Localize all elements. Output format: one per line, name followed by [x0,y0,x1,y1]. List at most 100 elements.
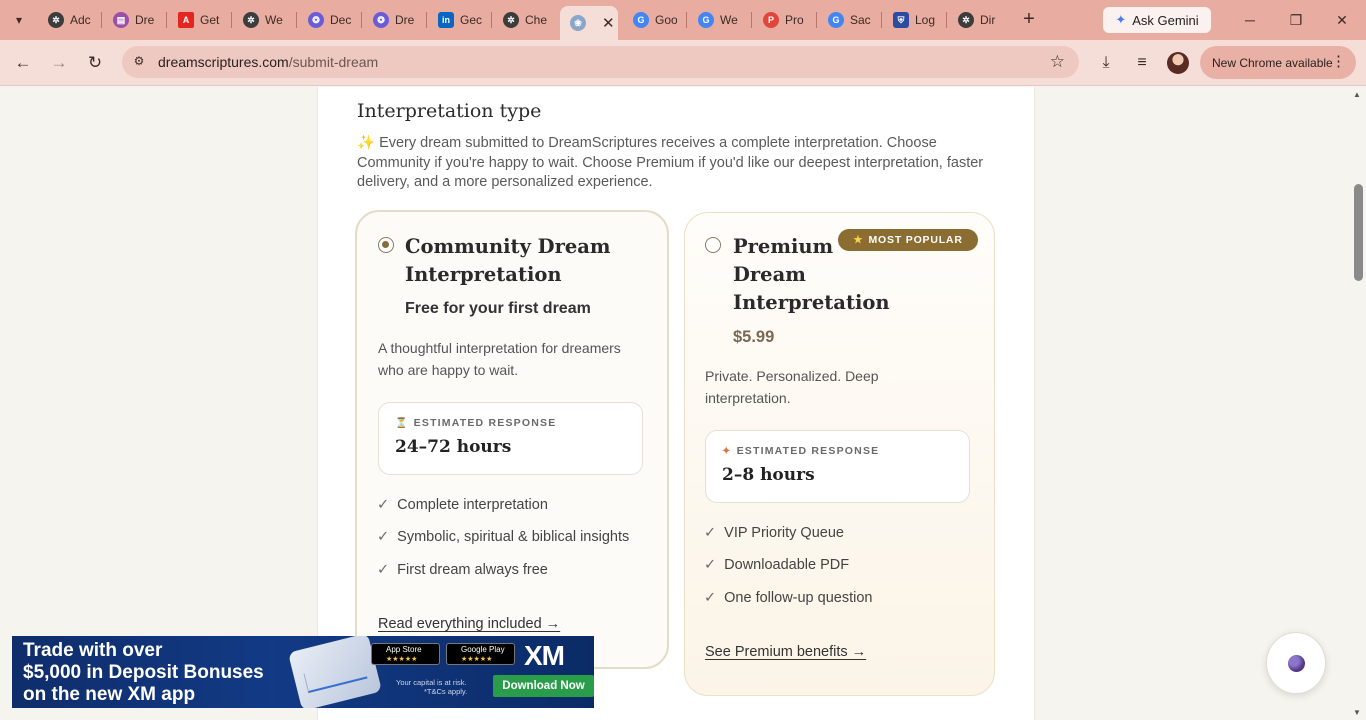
premium-response-box: ✦ ESTIMATED RESPONSE 2–8 hours [705,430,970,503]
swirl-icon: ❂ [308,12,324,28]
checkmark-icon: ✓ [377,497,390,513]
premium-feature: ✓ Downloadable PDF [704,557,849,573]
tab-15[interactable]: ✲ Dir [950,8,1002,32]
close-window-icon[interactable]: ✕ [1332,10,1352,30]
checkmark-icon: ✓ [704,590,717,606]
premium-name-line1: Premium [733,235,834,258]
premium-desc-line1: Private. Personalized. Deep [705,368,879,384]
community-desc-line2: who are happy to wait. [378,362,519,378]
feature-text: VIP Priority Queue [724,525,844,541]
new-chrome-label: New Chrome available [1212,55,1333,70]
google-play-badge[interactable]: Google Play ★★★★★ [446,643,515,665]
premium-feature: ✓ VIP Priority Queue [704,525,844,541]
tab-5[interactable]: ❂ Dec [300,8,352,32]
google-icon: G [698,12,714,28]
community-desc-line1: A thoughtful interpretation for dreamers [378,340,621,356]
xm-ad-banner[interactable]: Trade with over $5,000 in Deposit Bonuse… [12,636,594,708]
tab-title: Get [200,13,220,27]
community-response-label: ⏳ ESTIMATED RESPONSE [395,417,556,429]
premium-radio[interactable] [705,237,721,253]
profile-avatar[interactable] [1167,52,1189,74]
tab-separator [686,12,687,28]
community-plan-name: Community Dream Interpretation [405,233,611,289]
community-feature: ✓ First dream always free [377,562,548,578]
tab-2[interactable]: ▤ Dre [105,8,157,32]
tab-separator [426,12,427,28]
scrollbar-thumb[interactable] [1354,184,1363,281]
premium-price: $5.99 [733,328,775,346]
google-play-label: Google Play [461,645,505,654]
community-read-more-link[interactable]: Read everything included → [378,616,560,632]
minimize-icon[interactable]: ─ [1240,10,1260,30]
scroll-up-arrow-icon[interactable]: ▲ [1353,90,1361,99]
intro-text: Every dream submitted to DreamScriptures… [357,135,984,190]
tab-separator [296,12,297,28]
google-icon: G [828,12,844,28]
close-tab-icon[interactable]: ✕ [602,14,615,32]
tab-1[interactable]: ✲ Adc [40,8,92,32]
premium-benefits-link[interactable]: See Premium benefits → [705,644,866,660]
address-bar[interactable]: ⚙ dreamscriptures.com/submit-dream ☆ [122,46,1079,78]
tab-separator [231,12,232,28]
forward-arrow-icon[interactable]: → [48,52,70,74]
tab-title: Sac [850,13,871,27]
community-radio[interactable] [378,237,394,253]
phone-image [287,636,383,708]
tab-title: We [265,13,283,27]
community-name-line1: Community Dream [405,235,611,258]
community-name-line2: Interpretation [405,263,562,286]
premium-plan-description: Private. Personalized. Deep interpretati… [705,365,879,409]
feature-text: One follow-up question [724,590,873,606]
tab-separator [881,12,882,28]
ask-gemini-label: Ask Gemini [1132,12,1199,28]
site-info-icon[interactable]: ⚙ [131,54,147,70]
tab-title: Dec [330,13,352,27]
tab-separator [166,12,167,28]
new-chrome-available-button[interactable]: New Chrome available ⋮ [1200,46,1356,79]
media-queue-icon[interactable]: ≡ [1131,52,1153,74]
community-feature: ✓ Symbolic, spiritual & biblical insights [377,529,629,545]
tab-11[interactable]: G We [690,8,742,32]
community-response-box: ⏳ ESTIMATED RESPONSE 24–72 hours [378,402,643,475]
chat-widget-button[interactable] [1266,632,1326,694]
tab-search-icon[interactable]: ▾ [10,11,28,29]
shield-icon: ⛨ [893,12,909,28]
tab-3[interactable]: A Get [170,8,222,32]
feature-text: Symbolic, spiritual & biblical insights [397,529,630,545]
swirl-icon: ❂ [373,12,389,28]
tab-8[interactable]: ✲ Che [495,8,547,32]
scroll-down-arrow-icon[interactable]: ▼ [1353,708,1361,717]
tab-separator [491,12,492,28]
url-domain: dreamscriptures.com [158,54,289,70]
tab-10[interactable]: G Goo [625,8,677,32]
back-arrow-icon[interactable]: ← [12,52,34,74]
tab-title: Dre [135,13,155,27]
tab-4[interactable]: ✲ We [235,8,287,32]
tab-6[interactable]: ❂ Dre [365,8,417,32]
tab-separator [946,12,947,28]
kebab-menu-icon[interactable]: ⋮ [1331,54,1346,69]
tab-13[interactable]: G Sac [820,8,872,32]
checkmark-icon: ✓ [704,525,717,541]
download-icon[interactable]: ⤓ [1095,52,1117,74]
reload-icon[interactable]: ↻ [84,52,106,74]
bookmark-star-icon[interactable]: ☆ [1050,52,1065,72]
restore-icon[interactable]: ❐ [1286,10,1306,30]
new-tab-button[interactable]: + [1018,9,1040,31]
download-now-button[interactable]: Download Now [493,675,594,697]
premium-desc-line2: interpretation. [705,390,791,406]
tab-title: We [720,13,738,27]
feature-text: Complete interpretation [397,497,548,513]
tab-7[interactable]: in Gec [430,8,482,32]
tab-active[interactable]: ❀ ✕ [560,6,618,40]
section-title: Interpretation type [357,100,542,122]
premium-feature: ✓ One follow-up question [704,590,872,606]
ask-gemini-button[interactable]: ✦ Ask Gemini [1103,7,1211,33]
premium-response-label-text: ESTIMATED RESPONSE [736,445,880,457]
tab-14[interactable]: ⛨ Log [885,8,937,32]
url-text[interactable]: dreamscriptures.com/submit-dream [158,54,378,70]
checkmark-icon: ✓ [704,557,717,573]
book-icon: ▤ [113,12,129,28]
tab-12[interactable]: P Pro [755,8,807,32]
app-store-badge[interactable]: App Store ★★★★★ [371,643,440,665]
